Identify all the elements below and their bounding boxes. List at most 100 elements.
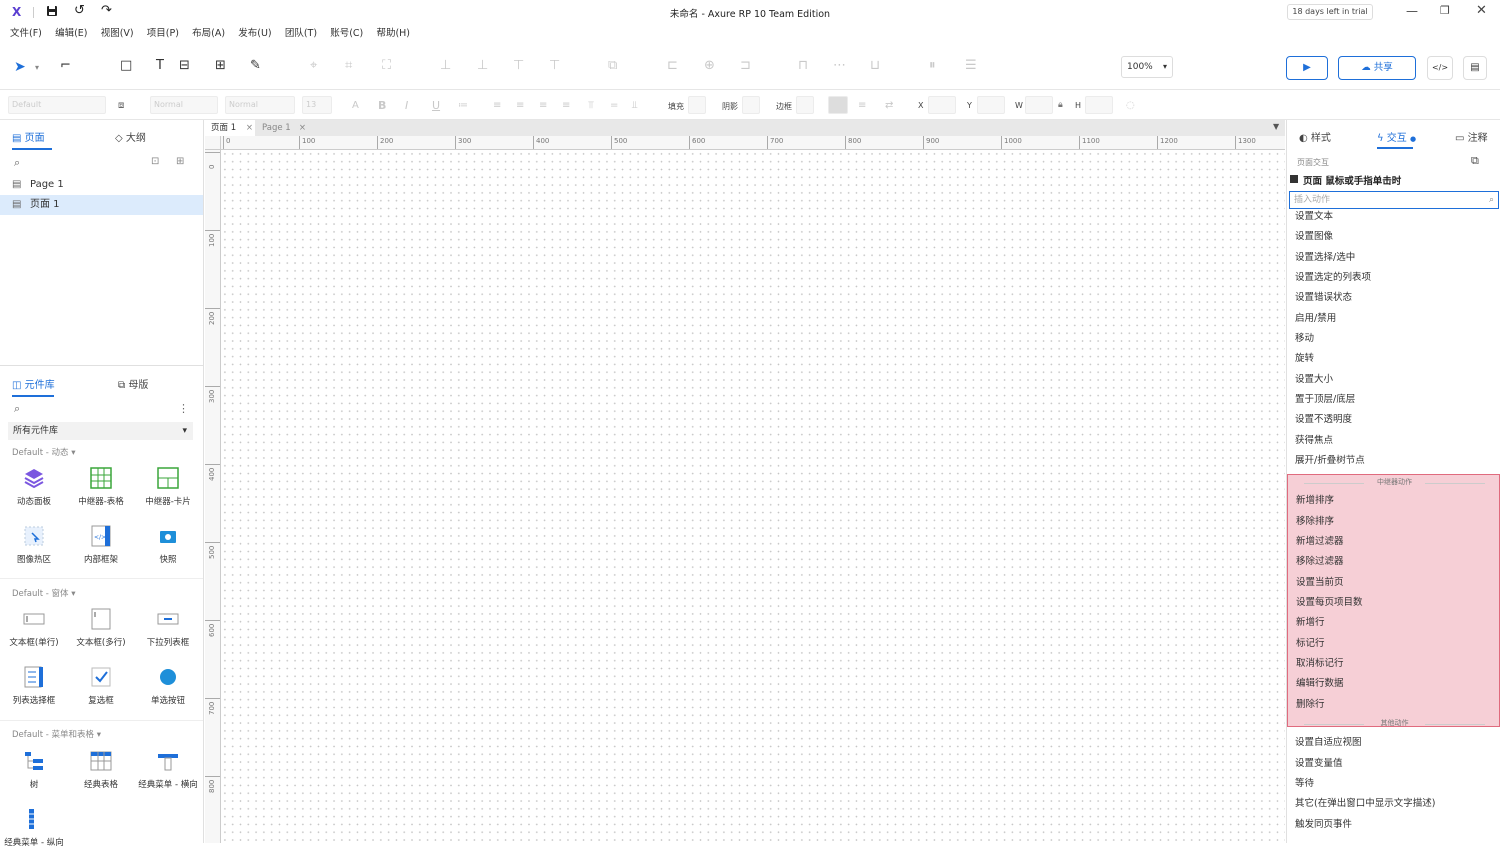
align-right-icon[interactable]: ⊐	[740, 58, 751, 74]
section-dynamic[interactable]: Default - 动态 ▾	[12, 446, 76, 458]
widget-classic-menu-vertical[interactable]: 经典菜单 - 纵向	[0, 808, 68, 848]
action-item[interactable]: 删除行	[1296, 698, 1325, 712]
action-item[interactable]: 设置文本	[1295, 210, 1333, 224]
minimize-icon[interactable]: —	[1406, 4, 1418, 18]
close-icon[interactable]: ×	[299, 120, 306, 136]
action-item[interactable]: 设置图像	[1295, 230, 1333, 244]
distribute-horizontal-icon[interactable]: ⏸	[929, 58, 936, 74]
widget-dynamic-panel[interactable]: 动态面板	[0, 467, 68, 507]
text-align-right-icon[interactable]: ≡	[539, 98, 547, 114]
menu-help[interactable]: 帮助(H)	[376, 24, 410, 44]
action-search-input[interactable]: 插入动作 ⌕	[1289, 191, 1499, 209]
widget-text-field[interactable]: 文本框(单行)	[0, 608, 68, 648]
w-input[interactable]	[1025, 96, 1053, 114]
distribute-vertical-icon[interactable]: ☰	[965, 58, 977, 74]
italic-icon[interactable]: I	[405, 98, 408, 114]
distribute-middle-icon[interactable]: ⋯	[833, 58, 846, 74]
tab-pages[interactable]: ▤ 页面	[12, 129, 52, 150]
action-item[interactable]: 设置错误状态	[1295, 291, 1352, 305]
widget-snapshot[interactable]: 快照	[134, 525, 202, 565]
section-forms[interactable]: Default - 窗体 ▾	[12, 587, 76, 599]
ruler-corner[interactable]	[205, 136, 221, 150]
widget-classic-table[interactable]: 经典表格	[67, 750, 135, 790]
align-hcenter-icon[interactable]: ⊕	[704, 58, 715, 74]
x-input[interactable]	[928, 96, 956, 114]
text-align-center-icon[interactable]: ≡	[516, 98, 524, 114]
trial-badge[interactable]: 18 days left in trial	[1287, 4, 1373, 20]
library-select[interactable]: 所有元件库 ▾	[8, 422, 193, 440]
distribute-top-icon[interactable]: ⊓	[798, 58, 808, 74]
action-item[interactable]: 编辑行数据	[1296, 677, 1344, 691]
border-weight[interactable]	[828, 96, 848, 114]
action-item[interactable]: 移除排序	[1296, 515, 1334, 529]
preview-button[interactable]: ▶	[1286, 56, 1328, 80]
bold-icon[interactable]: B	[378, 98, 386, 114]
share-button[interactable]: ☁ 共享	[1338, 56, 1416, 80]
design-canvas[interactable]	[221, 150, 1285, 843]
button-tool-icon[interactable]: ⊟	[179, 58, 190, 74]
menu-publish[interactable]: 发布(U)	[238, 24, 271, 44]
font-size-select[interactable]: 13	[302, 96, 332, 114]
font-style-select[interactable]: Normal	[150, 96, 218, 114]
lock-ratio-icon[interactable]: 🔒︎	[1058, 97, 1063, 113]
menu-arrange[interactable]: 布局(A)	[192, 24, 225, 44]
action-item[interactable]: 设置选择/选中	[1295, 251, 1355, 265]
more-options-icon[interactable]: ⋮	[178, 402, 189, 415]
text-justify-icon[interactable]: ≡	[562, 98, 570, 114]
action-item[interactable]: 新增行	[1296, 616, 1325, 630]
connector-tool-icon[interactable]: ⌐	[60, 58, 71, 74]
align-left-icon[interactable]: ⊏	[667, 58, 678, 74]
vertical-ruler[interactable]: 0 100 200 300 400 500 600 700 800	[205, 150, 221, 843]
action-item[interactable]: 设置不透明度	[1295, 413, 1352, 427]
action-item[interactable]: 旋转	[1295, 352, 1314, 366]
widget-radio-button[interactable]: 单选按钮	[134, 666, 202, 706]
list-icon[interactable]: ≔	[458, 98, 468, 114]
border-swatch[interactable]	[796, 96, 814, 114]
distribute-bottom-icon[interactable]: ⊔	[870, 58, 880, 74]
tab-library[interactable]: ◫ 元件库	[12, 376, 55, 397]
widget-checkbox[interactable]: 复选框	[67, 666, 135, 706]
group-icon[interactable]: ⧉	[608, 58, 617, 74]
maximize-icon[interactable]: ❐	[1440, 4, 1450, 17]
crop-icon[interactable]: ⌖	[310, 58, 317, 74]
pen-tool-icon[interactable]: ✎	[250, 58, 261, 74]
action-item[interactable]: 其它(在弹出窗口中显示文字描述)	[1295, 797, 1435, 811]
widget-droplist[interactable]: 下拉列表框	[134, 608, 202, 648]
widget-inline-frame[interactable]: </> 内部框架	[67, 525, 135, 565]
action-item[interactable]: 展开/折叠树节点	[1295, 454, 1365, 468]
widget-classic-menu-horizontal[interactable]: 经典菜单 - 横向	[134, 750, 202, 790]
underline-icon[interactable]: U	[432, 98, 440, 114]
select-tool-icon[interactable]: ➤	[14, 59, 26, 75]
document-button[interactable]: ▤	[1463, 56, 1487, 80]
action-item[interactable]: 设置自适应视图	[1295, 736, 1362, 750]
close-icon[interactable]: ×	[246, 120, 253, 136]
menu-view[interactable]: 视图(V)	[101, 24, 134, 44]
font-family-select[interactable]: Default	[8, 96, 106, 114]
horizontal-ruler[interactable]: 0 100 200 300 400 500 600 700 800 900 10…	[221, 136, 1285, 150]
popout-icon[interactable]: ⧉	[1471, 154, 1479, 168]
close-icon[interactable]: ✕	[1476, 3, 1487, 18]
page-item[interactable]: ▤ Page 1	[0, 175, 203, 195]
arrow-style-icon[interactable]: ⇄	[885, 98, 893, 114]
tab-style[interactable]: ◐ 样式	[1299, 129, 1331, 144]
align-center-icon[interactable]: ⊤	[513, 58, 524, 74]
menu-file[interactable]: 文件(F)	[10, 24, 42, 44]
style-dialog-icon[interactable]: ⧈	[118, 98, 124, 114]
action-item[interactable]: 启用/禁用	[1295, 312, 1336, 326]
action-item[interactable]: 等待	[1295, 777, 1314, 791]
font-weight-select[interactable]: Normal	[225, 96, 295, 114]
action-item[interactable]: 触发同页事件	[1295, 818, 1352, 832]
tab-interaction[interactable]: ϟ 交互 ●	[1377, 129, 1416, 149]
zoom-select[interactable]: 100% ▾	[1121, 56, 1173, 78]
shadow-swatch[interactable]	[742, 96, 760, 114]
transform-icon[interactable]: ⌗	[345, 58, 352, 74]
widget-repeater-table[interactable]: 中继器-表格	[67, 467, 135, 507]
widget-tree[interactable]: 树	[0, 750, 68, 790]
table-tool-icon[interactable]: ⊞	[215, 58, 226, 74]
valign-top-icon[interactable]: ⫪	[588, 98, 594, 114]
event-collapse-icon[interactable]	[1290, 175, 1298, 183]
widget-listbox[interactable]: 列表选择框	[0, 666, 68, 706]
valign-bottom-icon[interactable]: ⫫	[632, 98, 638, 114]
code-button[interactable]: </>	[1427, 56, 1453, 80]
action-item[interactable]: 设置当前页	[1296, 576, 1344, 590]
